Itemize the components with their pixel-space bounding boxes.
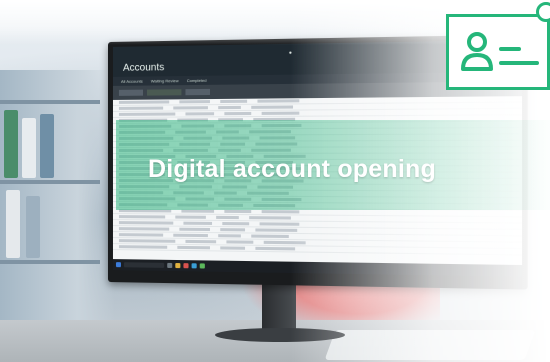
person-icon [461, 32, 539, 71]
shelf-board [0, 260, 100, 264]
search-field[interactable] [185, 88, 210, 96]
tab-completed[interactable]: Completed [187, 76, 207, 85]
id-card-icon [446, 14, 550, 90]
shelf-board [0, 100, 100, 104]
tab-waiting-review[interactable]: Waiting Review [151, 76, 179, 85]
taskbar-app-icon[interactable] [175, 263, 181, 269]
bookshelf [0, 70, 115, 320]
app-title: Accounts [122, 62, 165, 74]
binder [6, 190, 20, 258]
taskbar-app-icon[interactable] [191, 263, 197, 269]
start-icon[interactable] [115, 262, 121, 268]
binder [22, 118, 36, 178]
taskbar-app-icon[interactable] [183, 263, 189, 269]
taskbar-app-icon[interactable] [199, 263, 205, 269]
binder [26, 196, 40, 258]
status-select[interactable] [147, 89, 182, 96]
binder [40, 114, 54, 178]
filter-control[interactable] [118, 89, 143, 96]
headline: Digital account opening [148, 155, 436, 183]
card-notch [536, 2, 550, 22]
taskbar-app-icon[interactable] [167, 262, 173, 269]
binder [4, 110, 18, 178]
tab-all-accounts[interactable]: All Accounts [121, 77, 143, 86]
shelf-board [0, 180, 100, 184]
taskbar-search-box[interactable] [123, 262, 165, 268]
